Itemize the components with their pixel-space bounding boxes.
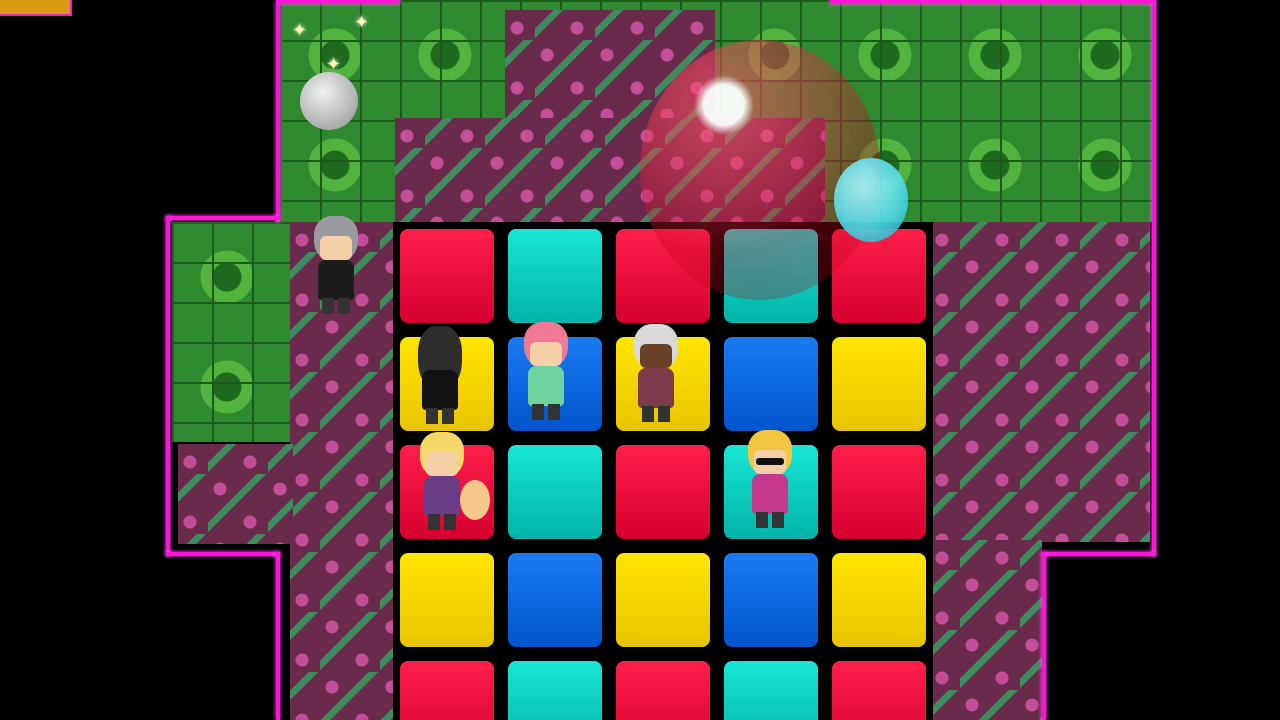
neon-border — [166, 552, 280, 556]
character-face — [530, 342, 562, 366]
floor-tile-cyan[interactable] — [508, 445, 602, 539]
dark-skin-white-hair-character[interactable] — [624, 324, 688, 424]
character-leg — [532, 404, 544, 420]
pink-hair-headband-character[interactable] — [514, 322, 578, 422]
spiky-blonde-sunglasses-character[interactable] — [738, 430, 802, 530]
character-outfit — [752, 474, 788, 514]
floor-tile-yellow[interactable] — [616, 553, 710, 647]
neon-border — [276, 0, 280, 222]
character-leg — [338, 298, 350, 314]
floor-left-lower — [178, 444, 293, 544]
character-outfit — [422, 370, 458, 410]
neon-border — [166, 216, 170, 556]
neon-border — [830, 0, 1155, 4]
sparkle-icon: ✦ — [292, 20, 308, 41]
floor-tile-yellow[interactable] — [832, 553, 926, 647]
floor-tile-red[interactable] — [832, 661, 926, 720]
floor-right-lower — [930, 540, 1042, 720]
sparkle-icon: ✦ — [354, 12, 370, 33]
character-leg — [772, 512, 784, 528]
character-leg — [756, 512, 768, 528]
character-leg — [426, 408, 438, 424]
color-tile-grid — [393, 222, 933, 720]
character-outfit — [528, 366, 564, 406]
machinery-wall-left — [172, 222, 292, 442]
neon-border — [276, 552, 280, 720]
cyan-orb[interactable] — [834, 158, 908, 242]
neon-border — [1152, 0, 1156, 556]
neon-border — [1042, 552, 1156, 556]
gray-orb[interactable] — [300, 72, 358, 130]
floor-tile-red[interactable] — [832, 445, 926, 539]
neon-border — [1042, 552, 1046, 720]
floor-tile-red[interactable] — [400, 229, 494, 323]
character-leg — [642, 406, 654, 422]
character-leg — [548, 404, 560, 420]
game-scene: ✦ ✦ ✦ — [0, 0, 1280, 720]
long-black-hair-character[interactable] — [408, 326, 472, 426]
neon-border — [280, 0, 400, 4]
character-face — [320, 236, 352, 260]
character-outfit — [318, 260, 354, 300]
character-leg — [658, 406, 670, 422]
hud-corner-panel — [0, 0, 72, 16]
character-leg — [322, 298, 334, 314]
blonde-fox-tail-character[interactable] — [410, 432, 490, 532]
floor-tile-blue[interactable] — [724, 337, 818, 431]
floor-tile-cyan[interactable] — [508, 661, 602, 720]
floor-tile-cyan[interactable] — [724, 661, 818, 720]
floor-right-area — [930, 222, 1150, 542]
floor-tile-yellow[interactable] — [400, 553, 494, 647]
sparkle-icon: ✦ — [326, 54, 342, 75]
floor-tile-yellow[interactable] — [832, 337, 926, 431]
floor-tile-red[interactable] — [616, 661, 710, 720]
character-leg — [444, 514, 456, 530]
floor-tile-red[interactable] — [616, 445, 710, 539]
floor-tile-blue[interactable] — [508, 553, 602, 647]
floor-tile-red[interactable] — [400, 661, 494, 720]
character-outfit — [638, 368, 674, 408]
character-face — [640, 344, 672, 368]
neon-border — [166, 216, 280, 220]
gray-haired-glasses-character[interactable] — [304, 216, 368, 316]
floor-tile-blue[interactable] — [724, 553, 818, 647]
floor-tile-cyan[interactable] — [508, 229, 602, 323]
sunglasses — [756, 458, 784, 465]
character-leg — [442, 408, 454, 424]
character-leg — [428, 514, 440, 530]
fox-tail — [460, 480, 490, 520]
character-outfit — [424, 476, 460, 516]
character-face — [426, 452, 458, 476]
